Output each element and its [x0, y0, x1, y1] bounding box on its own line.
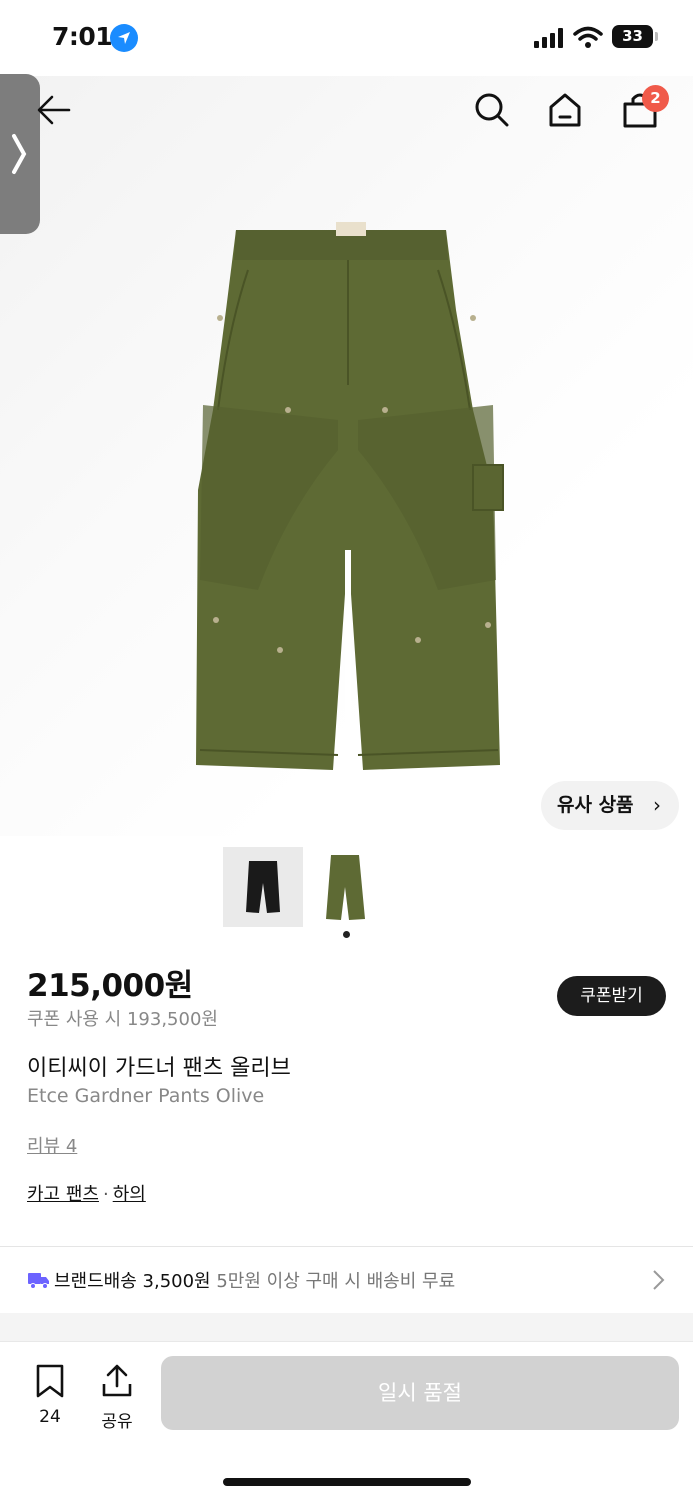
black-pants-thumbnail-image: [246, 861, 280, 913]
bookmark-icon: [36, 1364, 64, 1398]
gallery-page-indicator: [343, 931, 350, 938]
home-icon[interactable]: [545, 90, 585, 130]
home-indicator[interactable]: [223, 1478, 471, 1486]
bookmark-button[interactable]: 24: [30, 1364, 70, 1427]
cart-count-badge: 2: [642, 85, 669, 112]
product-price: 215,000원: [27, 968, 193, 1004]
status-bar: 7:01 33: [0, 0, 693, 76]
chevron-right-icon: [12, 134, 27, 174]
similar-products-label: 유사 상품: [557, 794, 634, 816]
coupon-price: 쿠폰 사용 시 193,500원: [27, 1009, 218, 1030]
category-separator: ·: [102, 1184, 109, 1205]
cellular-signal-icon: [534, 28, 563, 48]
chevron-right-icon: ›: [653, 793, 661, 817]
battery-icon: 33: [612, 25, 653, 48]
similar-products-button[interactable]: 유사 상품 ›: [541, 781, 679, 830]
product-name-korean: 이티씨이 가드너 팬츠 올리브: [27, 1056, 291, 1081]
share-icon: [102, 1364, 132, 1397]
thumbnail-olive-pants[interactable]: [313, 847, 378, 927]
back-arrow-icon[interactable]: [36, 92, 72, 128]
get-coupon-button[interactable]: 쿠폰받기: [557, 976, 666, 1016]
bookmark-count: 24: [39, 1407, 61, 1427]
truck-icon: [28, 1273, 49, 1289]
product-name-english: Etce Gardner Pants Olive: [27, 1085, 265, 1107]
shipping-text: 브랜드배송 3,500원 5만원 이상 구매 시 배송비 무료: [54, 1267, 455, 1293]
section-spacer: [0, 1313, 693, 1343]
side-panel-tab[interactable]: [0, 74, 40, 234]
olive-pants-thumbnail-image: [326, 855, 365, 920]
share-label: 공유: [101, 1412, 133, 1432]
battery-tip: [655, 32, 658, 41]
free-shipping-note: 5만원 이상 구매 시 배송비 무료: [216, 1271, 456, 1292]
location-arrow-icon: [110, 24, 138, 52]
battery-level: 33: [622, 27, 643, 45]
wifi-icon: [573, 26, 603, 48]
category-breadcrumb: 카고 팬츠 · 하의: [27, 1180, 146, 1206]
shipping-info-row[interactable]: 브랜드배송 3,500원 5만원 이상 구매 시 배송비 무료: [0, 1247, 693, 1313]
chevron-right-icon: [653, 1270, 665, 1290]
category-link-cargo-pants[interactable]: 카고 팬츠: [27, 1184, 99, 1205]
bottom-action-bar: 24 공유 일시 품절: [0, 1341, 693, 1500]
share-button[interactable]: 공유: [96, 1364, 138, 1432]
product-image[interactable]: [188, 210, 508, 775]
shipping-fee: 브랜드배송 3,500원: [54, 1271, 211, 1292]
review-link[interactable]: 리뷰 4: [27, 1132, 77, 1158]
search-icon[interactable]: [472, 90, 512, 130]
sold-out-button[interactable]: 일시 품절: [161, 1356, 679, 1430]
category-link-bottoms[interactable]: 하의: [113, 1184, 146, 1205]
status-time: 7:01: [52, 22, 113, 51]
thumbnail-black-pants[interactable]: [223, 847, 303, 927]
